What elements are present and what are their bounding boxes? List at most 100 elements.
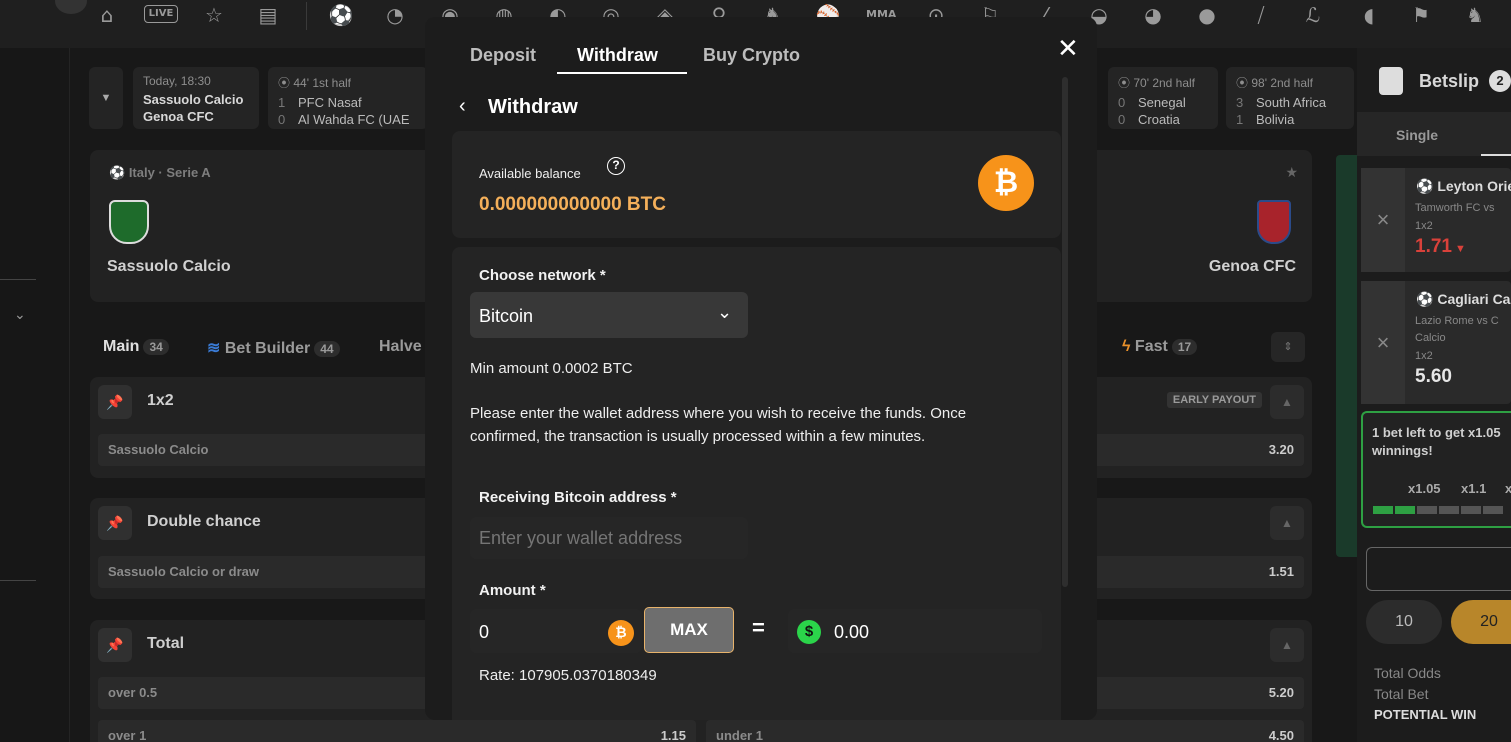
max-button[interactable]: MAX: [644, 607, 734, 653]
live-card-time: 70' 2nd half: [1133, 76, 1196, 90]
live-card[interactable]: ⦿ 44' 1st half 1 PFC Nasaf 0 Al Wahda FC (U…: [268, 67, 428, 129]
total-odds-label: Total Odds: [1374, 665, 1441, 681]
collapse-icon[interactable]: ▲: [1270, 385, 1304, 419]
amount-label: Amount *: [479, 582, 546, 599]
bet-teams: Lazio Rome vs C: [1415, 315, 1499, 327]
wallet-address-input[interactable]: [470, 517, 748, 559]
league-icon[interactable]: ℒ: [1300, 2, 1326, 28]
soccer-icon: ⚽: [109, 165, 129, 180]
team-name: Genoa CFC: [143, 109, 214, 124]
selection-name: Sassuolo Calcio or draw: [108, 564, 259, 579]
score: 1: [278, 95, 286, 110]
amount-value: 0: [479, 622, 490, 642]
collapse-icon[interactable]: ▲: [1270, 628, 1304, 662]
tab-deposit[interactable]: Deposit: [470, 45, 536, 66]
favorite-star-icon[interactable]: ★: [1285, 164, 1298, 181]
chess-icon[interactable]: ♞: [1462, 2, 1488, 28]
total-bet-label: Total Bet: [1374, 686, 1429, 702]
live-icon[interactable]: LIVE: [144, 5, 178, 23]
tab-single[interactable]: Single: [1396, 127, 1438, 143]
odds-value: 1.51: [1268, 564, 1294, 579]
promo-text: 1 bet left to get x1.05 winnings!: [1372, 425, 1501, 458]
score: 0: [278, 112, 286, 127]
balance-value: 0.000000000000 BTC: [479, 194, 666, 215]
selection-name: Sassuolo Calcio: [108, 442, 209, 457]
potential-win-label: POTENTIAL WIN: [1374, 707, 1477, 722]
market-title: 1x2: [147, 392, 174, 409]
odds-value: 4.50: [1268, 728, 1294, 742]
nav-divider: [306, 2, 307, 30]
stake-chip[interactable]: 20: [1451, 600, 1511, 644]
home-icon[interactable]: ⌂: [94, 2, 120, 28]
tab-bet-builder[interactable]: ≋ Bet Builder 44: [207, 338, 340, 358]
remove-bet-icon[interactable]: ×: [1361, 281, 1405, 404]
bet-market: 1x2: [1415, 350, 1433, 362]
promo-multiplier: x1.05: [1408, 481, 1441, 496]
live-signal-icon: ⦿: [1236, 76, 1252, 90]
snooker-icon[interactable]: ●: [1194, 2, 1220, 28]
expand-collapse-button[interactable]: ⇕: [1271, 332, 1305, 362]
team-name: Senegal: [1138, 95, 1186, 110]
stake-input[interactable]: [1366, 547, 1511, 591]
selection-name: over 1: [108, 728, 147, 742]
scrollbar[interactable]: [1062, 77, 1068, 587]
selection-row[interactable]: under 1 4.50: [706, 720, 1304, 742]
pin-icon[interactable]: 📌: [98, 628, 132, 662]
bet-odds: 1.71: [1415, 236, 1452, 257]
withdraw-form: Choose network * Bitcoin ⌄ Min amount 0.…: [452, 247, 1061, 720]
live-signal-icon: ⦿: [278, 76, 294, 90]
stake-chip[interactable]: 10: [1366, 600, 1442, 644]
chevron-down-icon: ⌄: [717, 302, 733, 322]
bitcoin-icon: ₿: [608, 620, 634, 646]
pin-icon[interactable]: 📌: [98, 506, 132, 540]
chevron-down-icon[interactable]: ⌄: [14, 306, 26, 323]
back-arrow-icon[interactable]: ‹: [459, 95, 466, 118]
stripes-icon[interactable]: ⧸: [1248, 2, 1274, 28]
early-payout-badge: EARLY PAYOUT: [1166, 392, 1262, 408]
live-card[interactable]: Today, 18:30 Sassuolo Calcio Genoa CFC: [133, 67, 259, 129]
tab-halves[interactable]: Halve: [379, 338, 422, 356]
soccer-icon[interactable]: ⚽: [328, 2, 354, 28]
american-football-icon[interactable]: ◖: [1356, 2, 1382, 28]
remove-bet-icon[interactable]: ×: [1361, 168, 1405, 272]
bet-builder-icon: ≋: [207, 340, 225, 357]
pin-icon[interactable]: 📌: [98, 385, 132, 419]
live-card[interactable]: ⦿ 98' 2nd half 3 South Africa 1 Bolivia: [1226, 67, 1354, 129]
betslip-count-badge: 2: [1489, 70, 1511, 92]
network-select[interactable]: Bitcoin ⌄: [470, 292, 748, 338]
divider: [0, 279, 36, 280]
min-amount-text: Min amount 0.0002 BTC: [470, 360, 633, 377]
tennis-icon[interactable]: ◔: [382, 2, 408, 28]
odds-value: 5.20: [1268, 685, 1294, 700]
close-icon[interactable]: ✕: [1057, 35, 1079, 61]
dollar-icon: $: [797, 620, 821, 644]
tab-main[interactable]: Main 34: [103, 338, 169, 356]
tab-buy-crypto[interactable]: Buy Crypto: [703, 45, 800, 66]
live-card[interactable]: ⦿ 70' 2nd half 0 Senegal 0 Croatia: [1108, 67, 1218, 129]
collapse-icon[interactable]: ▲: [1270, 506, 1304, 540]
score: 3: [1236, 95, 1244, 110]
score: 0: [1118, 95, 1126, 110]
team-name: Sassuolo Calcio: [143, 92, 244, 107]
bitcoin-icon: ₿: [978, 155, 1034, 211]
network-value: Bitcoin: [479, 306, 534, 326]
tab-fast[interactable]: ϟ Fast 17: [1122, 338, 1198, 356]
score: 1: [1236, 112, 1244, 127]
selection-row[interactable]: over 1 1.15: [98, 720, 696, 742]
flag-icon[interactable]: ⚑: [1408, 2, 1434, 28]
score: 0: [1118, 112, 1126, 127]
betslip-icon: [1379, 67, 1403, 95]
odds-value: 1.15: [660, 728, 686, 742]
betslip-history-icon[interactable]: ▤: [255, 2, 281, 28]
promo-box: 1 bet left to get x1.05 winnings! x1.05 …: [1361, 411, 1511, 528]
help-icon[interactable]: ?: [607, 157, 625, 175]
star-icon[interactable]: ☆: [201, 2, 227, 28]
usd-value-field: $ 0.00: [788, 609, 1042, 653]
live-strip-toggle[interactable]: ▼: [89, 67, 123, 129]
back-circle-button[interactable]: [55, 0, 87, 14]
darts-icon[interactable]: ◕: [1140, 2, 1166, 28]
tab-withdraw[interactable]: Withdraw: [577, 45, 658, 66]
market-title: Total: [147, 635, 185, 652]
amount-input[interactable]: 0 ₿: [470, 609, 642, 653]
withdraw-modal: Deposit Withdraw Buy Crypto ✕ ‹ Withdraw…: [425, 17, 1097, 720]
